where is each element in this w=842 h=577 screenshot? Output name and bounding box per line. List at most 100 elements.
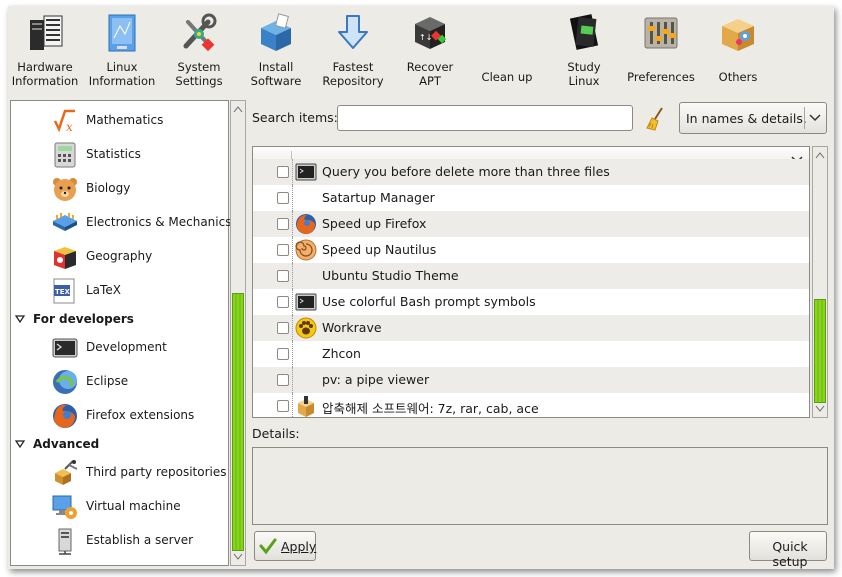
list-item[interactable]: Satartup Manager bbox=[253, 185, 809, 211]
category-electronics-mechanics[interactable]: Electronics & Mechanics bbox=[11, 205, 232, 239]
toolbar-study-linux[interactable]: Study Linux bbox=[547, 10, 621, 92]
item-label: pv: a pipe viewer bbox=[322, 372, 430, 387]
category-label: Electronics & Mechanics bbox=[86, 215, 232, 229]
archive-icon bbox=[298, 396, 314, 417]
list-item[interactable]: Speed up Nautilus bbox=[253, 237, 809, 263]
toolbar-label-line1: Fastest bbox=[332, 60, 374, 74]
toolbar: Hardware Information Linux Information Sys… bbox=[8, 6, 834, 98]
others-icon bbox=[722, 19, 754, 51]
toolbar-others[interactable]: Others bbox=[701, 10, 775, 92]
list-item[interactable]: 압축해제 소프트웨어: 7z, rar, cab, ace bbox=[253, 393, 809, 417]
toolbar-system-settings[interactable]: System Settings bbox=[162, 10, 236, 92]
scroll-up-icon[interactable] bbox=[815, 151, 825, 159]
category-scrollbar-thumb[interactable] bbox=[232, 293, 244, 551]
main-window: Hardware Information Linux Information Sys… bbox=[8, 6, 834, 569]
mathematics-icon: x bbox=[53, 109, 75, 134]
toolbar-recover-apt[interactable]: ↑↓ Recover APT bbox=[393, 10, 467, 92]
item-checkbox[interactable] bbox=[277, 244, 289, 256]
list-item[interactable]: Use colorful Bash prompt symbols bbox=[253, 289, 809, 315]
category-group-label: Advanced bbox=[33, 437, 100, 451]
category-establish-server[interactable]: Establish a server bbox=[11, 523, 230, 557]
item-checkbox[interactable] bbox=[277, 192, 289, 204]
category-label: Geography bbox=[86, 249, 153, 263]
list-item[interactable]: Ubuntu Studio Theme bbox=[253, 263, 809, 289]
list-item[interactable]: Query you before delete more than three … bbox=[253, 159, 809, 185]
toolbar-clean-up[interactable]: Clean up bbox=[470, 10, 544, 92]
list-item[interactable]: pv: a pipe viewer bbox=[253, 367, 809, 393]
scroll-up-icon[interactable] bbox=[233, 105, 243, 113]
search-input[interactable] bbox=[337, 105, 633, 131]
broom-clear-icon[interactable] bbox=[644, 106, 668, 132]
search-mode-select[interactable]: In names & details. bbox=[679, 102, 827, 134]
list-item[interactable]: Zhcon bbox=[253, 341, 809, 367]
category-label: Mathematics bbox=[86, 113, 164, 127]
toolbar-label-line1: Preferences bbox=[627, 70, 695, 84]
toolbar-label-line2: Settings bbox=[175, 74, 223, 88]
toolbar-preferences[interactable]: Preferences bbox=[624, 10, 698, 92]
apply-button[interactable]: Apply bbox=[254, 531, 316, 561]
item-label: 압축해제 소프트웨어: 7z, rar, cab, ace bbox=[322, 401, 539, 416]
toolbar-label-line1: Recover bbox=[406, 60, 454, 74]
category-scrollbar[interactable] bbox=[230, 100, 246, 566]
electronics-icon bbox=[53, 213, 77, 231]
toolbar-label-line2: APT bbox=[419, 74, 441, 88]
toolbar-linux-information[interactable]: Linux Information bbox=[85, 10, 159, 92]
category-label: Firefox extensions bbox=[86, 408, 195, 422]
expander-down-icon bbox=[15, 440, 25, 449]
terminal-icon bbox=[295, 163, 317, 181]
category-label: Third party repositories bbox=[86, 465, 227, 479]
category-virtual-machine[interactable]: Virtual machine bbox=[11, 489, 230, 523]
category-latex[interactable]: TEX LaTeX bbox=[11, 273, 230, 307]
geography-icon bbox=[54, 247, 76, 269]
repositories-icon bbox=[55, 460, 78, 485]
item-checkbox[interactable] bbox=[277, 270, 289, 282]
toolbar-label-line2: Information bbox=[11, 74, 79, 88]
checkmark-icon bbox=[259, 538, 277, 555]
category-eclipse[interactable]: Eclipse bbox=[11, 364, 230, 398]
hardware-info-icon bbox=[30, 15, 63, 50]
items-scrollbar-thumb[interactable] bbox=[814, 299, 826, 403]
item-checkbox[interactable] bbox=[277, 218, 289, 230]
toolbar-install-software[interactable]: Install Software bbox=[239, 10, 313, 92]
item-checkbox[interactable] bbox=[277, 322, 289, 334]
item-label: Ubuntu Studio Theme bbox=[322, 268, 459, 283]
toolbar-fastest-repository[interactable]: Fastest Repository bbox=[316, 10, 390, 92]
server-icon bbox=[58, 528, 72, 555]
category-biology[interactable]: Biology bbox=[11, 171, 230, 205]
category-label: Statistics bbox=[86, 147, 141, 161]
select-separator bbox=[804, 107, 805, 129]
category-firefox-extensions[interactable]: Firefox extensions bbox=[11, 398, 230, 432]
item-label: Query you before delete more than three … bbox=[322, 164, 610, 179]
category-label: Eclipse bbox=[86, 374, 129, 388]
item-label: Speed up Nautilus bbox=[322, 242, 437, 257]
statistics-icon bbox=[54, 142, 76, 168]
category-group-developers[interactable]: For developers bbox=[11, 310, 230, 330]
svg-text:TEX: TEX bbox=[55, 288, 71, 296]
items-scrollbar[interactable] bbox=[812, 146, 828, 418]
item-checkbox[interactable] bbox=[277, 400, 289, 412]
category-mathematics[interactable]: x Mathematics bbox=[11, 103, 230, 137]
category-third-party-repositories[interactable]: Third party repositories bbox=[11, 455, 230, 489]
list-item[interactable]: Speed up Firefox bbox=[253, 211, 809, 237]
item-checkbox[interactable] bbox=[277, 348, 289, 360]
item-checkbox[interactable] bbox=[277, 296, 289, 308]
quick-setup-label: Quick setup bbox=[772, 539, 808, 569]
biology-icon bbox=[53, 178, 77, 201]
items-list: Query you before delete more than three … bbox=[252, 146, 810, 418]
quick-setup-button[interactable]: Quick setup bbox=[749, 531, 827, 569]
item-checkbox[interactable] bbox=[277, 374, 289, 386]
item-checkbox[interactable] bbox=[277, 166, 289, 178]
recover-apt-icon: ↑↓ bbox=[415, 17, 447, 49]
category-statistics[interactable]: Statistics bbox=[11, 137, 230, 171]
list-item[interactable]: Workrave bbox=[253, 315, 809, 341]
category-group-advanced[interactable]: Advanced bbox=[11, 435, 230, 455]
scroll-down-icon[interactable] bbox=[815, 405, 825, 413]
category-list: x Mathematics Statistics Biology Electro… bbox=[10, 100, 232, 566]
workrave-icon bbox=[295, 317, 317, 339]
toolbar-label-line1: Linux bbox=[106, 60, 138, 74]
toolbar-hardware-information[interactable]: Hardware Information bbox=[8, 10, 82, 92]
scroll-down-icon[interactable] bbox=[233, 553, 243, 561]
category-development[interactable]: Development bbox=[11, 330, 230, 364]
category-geography[interactable]: Geography bbox=[11, 239, 230, 273]
firefox-icon bbox=[53, 404, 77, 428]
